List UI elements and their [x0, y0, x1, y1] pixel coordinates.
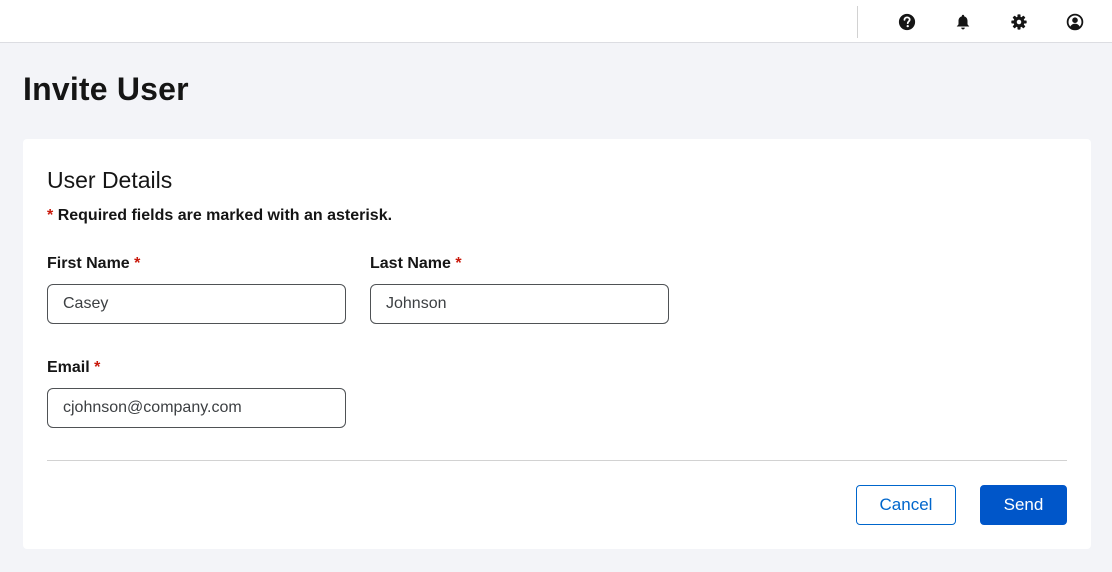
cancel-button[interactable]: Cancel: [856, 485, 956, 525]
required-fields-note: * Required fields are marked with an ast…: [47, 207, 392, 225]
help-button[interactable]: [896, 11, 918, 33]
required-asterisk: *: [47, 207, 54, 224]
first-name-label: First Name *: [47, 255, 140, 273]
required-note-text: Required fields are marked with an aster…: [57, 207, 393, 224]
toolbar-divider: [857, 6, 858, 38]
email-label: Email *: [47, 359, 100, 377]
user-menu-button[interactable]: [1064, 11, 1086, 33]
masthead: [0, 0, 1112, 43]
section-title: User Details: [47, 167, 173, 193]
page-title: Invite User: [23, 71, 189, 107]
first-name-label-text: First Name: [47, 255, 130, 272]
first-name-input[interactable]: [47, 284, 346, 324]
send-button[interactable]: Send: [980, 485, 1067, 525]
form-divider: [47, 460, 1067, 461]
gear-icon: [1011, 14, 1027, 30]
user-details-card: User Details * Required fields are marke…: [23, 139, 1091, 549]
last-name-input[interactable]: [370, 284, 669, 324]
settings-button[interactable]: [1008, 11, 1030, 33]
required-asterisk: *: [455, 255, 462, 272]
last-name-label: Last Name *: [370, 255, 462, 273]
required-asterisk: *: [134, 255, 141, 272]
notifications-button[interactable]: [952, 11, 974, 33]
user-icon: [1066, 13, 1084, 31]
email-input[interactable]: [47, 388, 346, 428]
bell-icon: [956, 14, 970, 30]
help-icon: [898, 13, 916, 31]
required-asterisk: *: [94, 359, 101, 376]
last-name-label-text: Last Name: [370, 255, 451, 272]
email-label-text: Email: [47, 359, 90, 376]
